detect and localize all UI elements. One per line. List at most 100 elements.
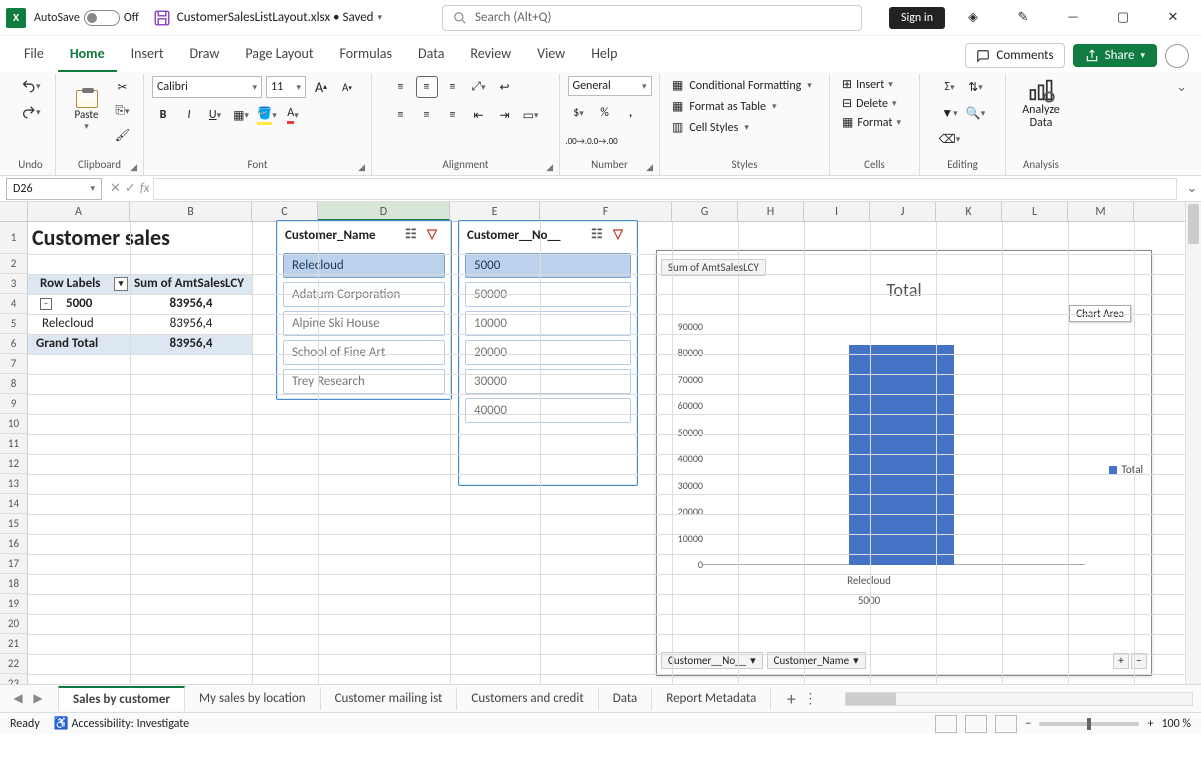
zoom-out-button[interactable]: − [1025, 717, 1031, 731]
cut-button[interactable]: ✂ [112, 76, 134, 98]
sheet-tab[interactable]: My sales by location [185, 687, 321, 710]
maximize-button[interactable]: ▢ [1101, 4, 1145, 32]
filename[interactable]: CustomerSalesListLayout.xlsx • Saved ▾ [177, 10, 382, 25]
slicer-item[interactable]: School of Fine Art [283, 340, 445, 365]
save-icon[interactable] [153, 9, 171, 27]
autosave-toggle[interactable]: AutoSave Off [34, 10, 139, 26]
pivot-value[interactable]: 83956,4 [130, 294, 252, 314]
slicer-customer-name[interactable]: Customer_Name ☷ ▽ Relecloud Adatum Corpo… [276, 220, 452, 400]
underline-button[interactable]: U▾ [204, 104, 226, 126]
font-name-select[interactable]: Calibri▾ [152, 76, 262, 98]
percent-format-button[interactable]: % [594, 102, 616, 124]
row-header[interactable]: 14 [0, 494, 28, 514]
col-header-J[interactable]: J [870, 202, 936, 221]
menu-help[interactable]: Help [579, 39, 629, 72]
sheet-tab[interactable]: Report Metadata [652, 687, 771, 710]
font-color-button[interactable]: A▾ [282, 104, 304, 126]
fx-icon[interactable]: fx [140, 181, 150, 196]
row-header[interactable]: 23 [0, 674, 28, 684]
row-header[interactable]: 12 [0, 454, 28, 474]
bold-button[interactable]: B [152, 104, 174, 126]
accounting-format-button[interactable]: $▾ [568, 102, 590, 124]
dialog-launcher-icon[interactable]: ◢ [546, 162, 553, 173]
tab-nav-next[interactable]: ▶ [28, 691, 48, 706]
multiselect-icon[interactable]: ☷ [591, 227, 607, 243]
row-header[interactable]: 4 [0, 294, 28, 314]
clear-button[interactable]: ⌫▾ [939, 128, 961, 150]
close-button[interactable]: ✕ [1151, 4, 1195, 32]
multiselect-icon[interactable]: ☷ [405, 227, 421, 243]
menu-file[interactable]: File [12, 39, 56, 72]
analyze-data-button[interactable]: Analyze Data [1013, 76, 1069, 130]
row-header[interactable]: 9 [0, 394, 28, 414]
worksheet-grid[interactable]: A B C D E F G H I J K L M 12345678910111… [0, 202, 1185, 684]
col-header-H[interactable]: H [738, 202, 804, 221]
increase-decimal-button[interactable]: .00→.0 [568, 130, 590, 152]
menu-formulas[interactable]: Formulas [328, 39, 404, 72]
row-header[interactable]: 22 [0, 654, 28, 674]
dialog-launcher-icon[interactable]: ◢ [646, 162, 653, 173]
undo-button[interactable]: ▾ [19, 76, 43, 96]
zoom-slider[interactable] [1039, 722, 1139, 726]
minimize-button[interactable]: — [1051, 4, 1095, 32]
sign-in-button[interactable]: Sign in [889, 7, 945, 29]
delete-cells-button[interactable]: ⊟Delete▾ [838, 95, 911, 112]
row-header[interactable]: 2 [0, 254, 28, 274]
align-bottom-button[interactable]: ≡ [442, 76, 464, 98]
align-top-button[interactable]: ≡ [390, 76, 412, 98]
add-sheet-button[interactable]: + [779, 688, 803, 710]
col-header-D[interactable]: D [318, 202, 450, 221]
row-header[interactable]: 17 [0, 554, 28, 574]
menu-view[interactable]: View [525, 39, 577, 72]
row-header[interactable]: 5 [0, 314, 28, 334]
sheet-tab[interactable]: Data [599, 687, 653, 710]
row-header[interactable]: 3 [0, 274, 28, 294]
paste-button[interactable]: Paste ▾ [66, 89, 108, 133]
ribbon-collapse-icon[interactable]: ⌄ [1168, 74, 1195, 175]
comments-button[interactable]: Comments [965, 43, 1064, 68]
menu-page-layout[interactable]: Page Layout [233, 39, 325, 72]
page-break-view-button[interactable] [995, 715, 1017, 733]
slicer-item[interactable]: 20000 [465, 340, 631, 365]
row-header[interactable]: 10 [0, 414, 28, 434]
merge-button[interactable]: ▭▾ [520, 104, 542, 126]
cell-styles-button[interactable]: ▥Cell Styles▾ [668, 118, 821, 137]
find-button[interactable]: 🔍▾ [965, 102, 987, 124]
pivot-row[interactable]: Relecloud [28, 314, 130, 334]
col-header-G[interactable]: G [672, 202, 738, 221]
align-center-button[interactable]: ≡ [416, 104, 438, 126]
zoom-level[interactable]: 100 % [1161, 717, 1191, 731]
decrease-font-button[interactable]: A▾ [336, 76, 358, 98]
filter-icon[interactable]: ▾ [114, 277, 128, 291]
clear-filter-icon[interactable]: ▽ [613, 227, 629, 243]
decrease-decimal-button[interactable]: .0→.00 [594, 130, 616, 152]
font-size-select[interactable]: 11▾ [266, 76, 306, 98]
comma-format-button[interactable]: , [620, 102, 642, 124]
col-header-L[interactable]: L [1002, 202, 1068, 221]
fill-color-button[interactable]: 🪣▾ [256, 104, 278, 126]
row-header[interactable]: 21 [0, 634, 28, 654]
col-header-E[interactable]: E [450, 202, 540, 221]
avatar[interactable] [1165, 44, 1189, 68]
increase-indent-button[interactable]: ⇥ [494, 104, 516, 126]
col-header-B[interactable]: B [130, 202, 252, 221]
redo-button[interactable]: ▾ [19, 102, 43, 122]
pivot-grand-total-value[interactable]: 83956,4 [130, 334, 252, 354]
search-input[interactable]: Search (Alt+Q) [442, 5, 862, 31]
expand-formula-bar-icon[interactable]: ⌄ [1183, 181, 1201, 196]
fill-button[interactable]: ▼▾ [939, 102, 961, 124]
align-middle-button[interactable]: ≡ [416, 76, 438, 98]
row-header[interactable]: 20 [0, 614, 28, 634]
zoom-in-button[interactable]: + [1147, 717, 1153, 731]
pivot-grand-total-label[interactable]: Grand Total [28, 334, 130, 354]
pivot-rowlabel-header[interactable]: Row Labels ▾ [28, 274, 130, 294]
menu-home[interactable]: Home [58, 39, 117, 72]
autosum-button[interactable]: Σ▾ [939, 76, 961, 98]
vertical-scrollbar[interactable] [1185, 202, 1201, 684]
col-header-K[interactable]: K [936, 202, 1002, 221]
horizontal-scrollbar[interactable] [845, 692, 1193, 706]
menu-insert[interactable]: Insert [119, 39, 176, 72]
slicer-customer-no[interactable]: Customer__No__ ☷ ▽ 5000 50000 10000 2000… [458, 220, 638, 486]
dialog-launcher-icon[interactable]: ◢ [130, 162, 137, 173]
conditional-formatting-button[interactable]: ▦Conditional Formatting▾ [668, 76, 821, 95]
